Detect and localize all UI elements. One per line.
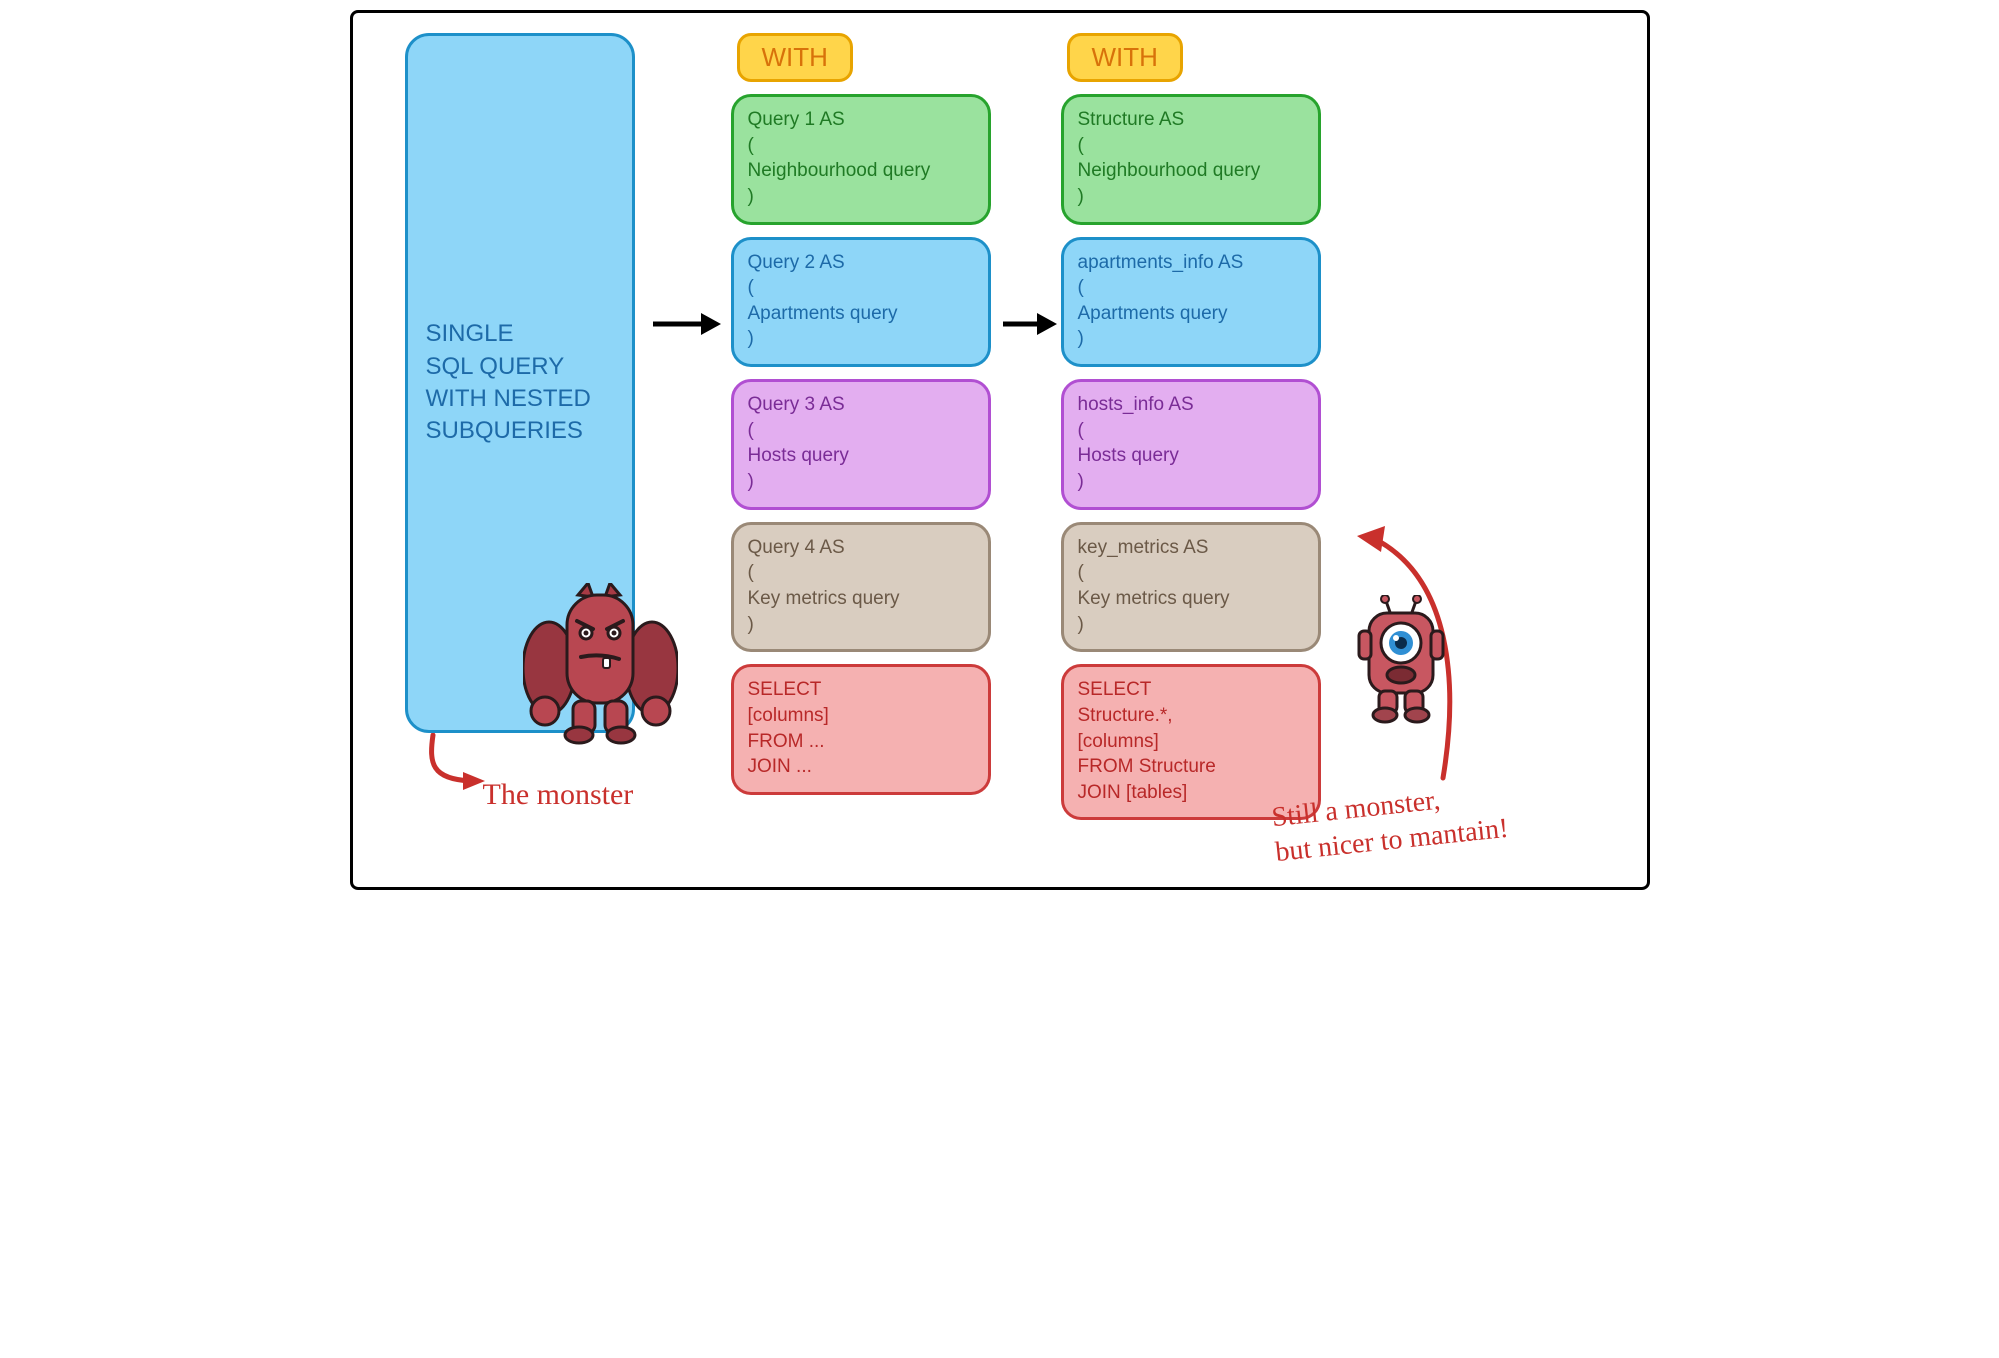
- cte-block-apartments: apartments_info AS ( Apartments query ): [1061, 237, 1321, 368]
- cte-column-named: WITH Structure AS ( Neighbourhood query …: [1061, 33, 1321, 820]
- with-keyword-badge: WITH: [737, 33, 853, 82]
- cte-block-metrics: key_metrics AS ( Key metrics query ): [1061, 522, 1321, 653]
- diagram-frame: SINGLE SQL QUERY WITH NESTED SUBQUERIES …: [350, 10, 1650, 890]
- caption-the-monster: The monster: [483, 778, 634, 812]
- cte-block-hosts: hosts_info AS ( Hosts query ): [1061, 379, 1321, 510]
- cte-column-generic: WITH Query 1 AS ( Neighbourhood query ) …: [731, 33, 991, 795]
- cte-block-structure: Structure AS ( Neighbourhood query ): [1061, 94, 1321, 225]
- cute-monster-icon: [1351, 595, 1451, 725]
- cte-block-query2: Query 2 AS ( Apartments query ): [731, 237, 991, 368]
- angry-monster-icon: [523, 583, 678, 748]
- arrow-icon: [649, 309, 723, 339]
- cte-block-query3: Query 3 AS ( Hosts query ): [731, 379, 991, 510]
- select-block-generic: SELECT [columns] FROM ... JOIN ...: [731, 664, 991, 795]
- select-block-named: SELECT Structure.*, [columns] FROM Struc…: [1061, 664, 1321, 820]
- with-keyword-badge: WITH: [1067, 33, 1183, 82]
- arrow-icon: [999, 309, 1059, 339]
- cte-block-query1: Query 1 AS ( Neighbourhood query ): [731, 94, 991, 225]
- cte-block-query4: Query 4 AS ( Key metrics query ): [731, 522, 991, 653]
